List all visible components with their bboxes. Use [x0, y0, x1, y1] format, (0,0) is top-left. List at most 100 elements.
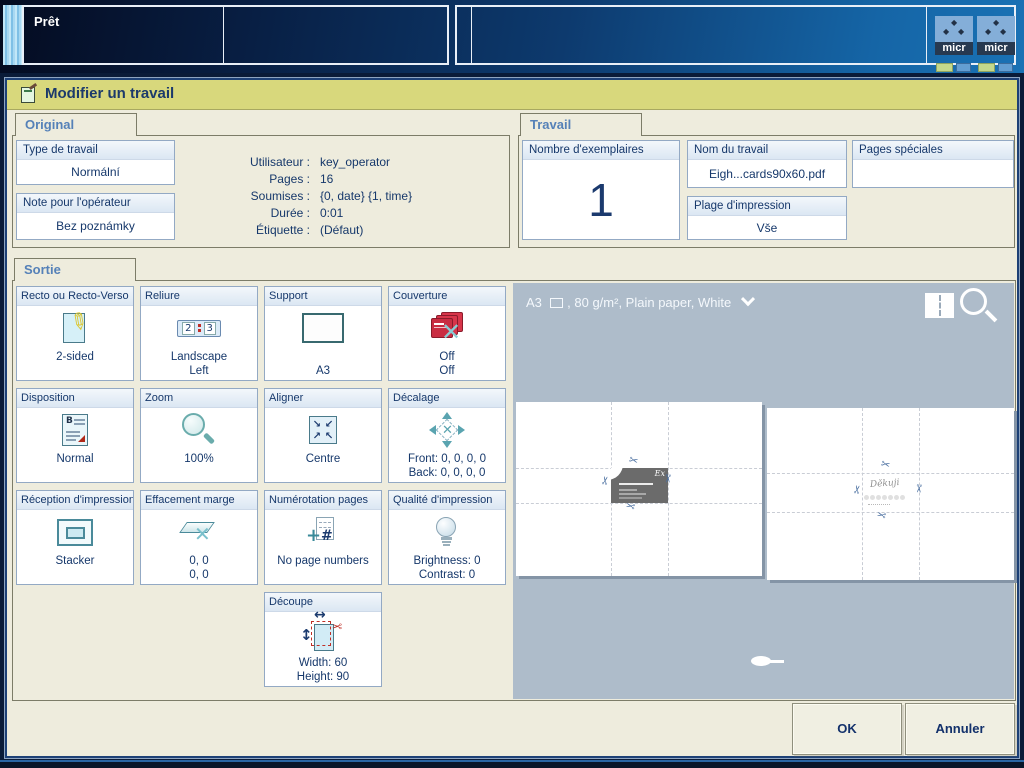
- toner-level-green: [978, 63, 995, 72]
- print-range-button[interactable]: Plage d'impression Vše: [687, 196, 847, 240]
- tile-layout[interactable]: Disposition B Normal: [16, 388, 134, 483]
- tile-shift[interactable]: Décalage ✕ Front: 0, 0, 0, 0 Back: 0, 0, …: [388, 388, 506, 483]
- margin-erase-icon: ✕: [179, 518, 219, 546]
- connector-icon: [751, 656, 771, 666]
- print-range-value: Vše: [756, 220, 778, 235]
- dialog-title: Modifier un travail: [45, 85, 175, 102]
- scissors-icon: ✂: [660, 473, 675, 484]
- tile-value: 0, 0 0, 0: [189, 555, 209, 581]
- booklet-view-icon[interactable]: [925, 293, 954, 318]
- status-box-left: Prêt: [22, 5, 449, 65]
- scissors-icon: ✂: [875, 507, 888, 522]
- cancel-button[interactable]: Annuler: [905, 703, 1015, 755]
- tile-value: Off Off: [439, 351, 455, 377]
- operator-note-label: Note pour l'opérateur: [17, 194, 174, 213]
- card-front-artwork: Ex: [611, 468, 668, 503]
- tab-travail: Travail: [520, 113, 642, 136]
- tile-trim[interactable]: Découpe ↔ ↕ ✂ Width: 60 Height: 90: [264, 592, 382, 687]
- ok-button[interactable]: OK: [792, 703, 902, 755]
- preview-page-back: Děkuji ✂ ✂ ✂ ✂: [767, 408, 1014, 580]
- info-value: {0, date} {1, time}: [320, 189, 413, 203]
- preview-zoom-icon[interactable]: [960, 288, 1004, 326]
- special-pages-button[interactable]: Pages spéciales: [852, 140, 1014, 188]
- chevron-down-icon: [740, 292, 755, 307]
- tile-value: Normal: [56, 453, 94, 465]
- connector-icon-line: [770, 660, 784, 663]
- operator-note-value: Bez poznámky: [56, 219, 135, 233]
- tile-value: Stacker: [55, 555, 95, 567]
- tile-label: Disposition: [17, 389, 133, 408]
- info-value: (Défaut): [320, 223, 364, 237]
- tile-label: Zoom: [141, 389, 257, 408]
- shift-icon: ✕: [429, 412, 465, 448]
- tile-align[interactable]: Aligner ↘ ↙ ↗ ↖ Centre: [264, 388, 382, 483]
- info-row: Durée : 0:01: [192, 205, 507, 222]
- job-name-button[interactable]: Nom du travail Eigh...cards90x60.pdf: [687, 140, 847, 188]
- operator-note-button[interactable]: Note pour l'opérateur Bez poznámky: [16, 193, 175, 240]
- info-label: Pages :: [269, 172, 310, 186]
- info-row: Pages : 16: [192, 171, 507, 188]
- status-bar-stripes-decoration: [3, 5, 22, 65]
- info-value: 16: [320, 172, 334, 186]
- magnifier-icon: [182, 413, 216, 447]
- copies-label: Nombre d'exemplaires: [523, 141, 679, 160]
- tile-label: Qualité d'impression: [389, 491, 505, 510]
- dialog-titlebar: Modifier un travail: [7, 80, 1017, 110]
- paper-description: , 80 g/m², Plain paper, White: [567, 295, 732, 310]
- card-back-artwork: Děkuji: [862, 473, 919, 512]
- edit-job-icon: [21, 87, 35, 103]
- scissors-icon: ✂: [911, 483, 926, 494]
- paper-selector[interactable]: A3 , 80 g/m², Plain paper, White: [526, 292, 755, 310]
- covers-icon: ✕: [429, 312, 465, 344]
- micr-icon: ◆ ◆ ◆: [935, 16, 973, 42]
- toner-level-green: [936, 63, 953, 72]
- edit-job-dialog: Modifier un travail Original Type de tra…: [5, 78, 1019, 758]
- info-label: Durée :: [270, 206, 310, 220]
- print-preview-panel: A3 , 80 g/m², Plain paper, White Ex ✂ ✂ …: [513, 283, 1014, 699]
- info-value: 0:01: [320, 206, 344, 220]
- tile-value: A3: [315, 365, 331, 377]
- tile-print-quality[interactable]: Qualité d'impression Brightness: 0 Contra…: [388, 490, 506, 585]
- tile-value: No page numbers: [277, 555, 369, 567]
- output-settings-grid: Recto ou Recto-Verso ✎ 2-sided Reliure 2…: [16, 286, 506, 687]
- job-type-button[interactable]: Type de travail Normální: [16, 140, 175, 185]
- job-type-value: Normální: [71, 165, 120, 179]
- tile-covers[interactable]: Couverture ✕ Off Off: [388, 286, 506, 381]
- tile-label: Aligner: [265, 389, 381, 408]
- status-box-divider: [471, 7, 472, 63]
- tile-zoom[interactable]: Zoom 100%: [140, 388, 258, 483]
- preview-page-front: Ex ✂ ✂ ✂ ✂: [516, 402, 762, 576]
- tile-duplex[interactable]: Recto ou Recto-Verso ✎ 2-sided: [16, 286, 134, 381]
- copies-button[interactable]: Nombre d'exemplaires 1: [522, 140, 680, 240]
- binding-icon: 2 3: [177, 319, 221, 337]
- micr-toner-indicator: ◆ ◆ ◆ micr: [935, 16, 973, 74]
- tile-value: 100%: [184, 453, 214, 465]
- copies-value: 1: [588, 173, 614, 226]
- stacker-icon: [57, 518, 93, 546]
- tile-value: Front: 0, 0, 0, 0 Back: 0, 0, 0, 0: [408, 453, 486, 479]
- tile-label: Numérotation pages: [265, 491, 381, 510]
- tile-output-tray[interactable]: Réception d'impression Stacker: [16, 490, 134, 585]
- tile-label: Effacement marge: [141, 491, 257, 510]
- scissors-icon: ✂: [850, 483, 865, 496]
- scissors-icon: ✂: [879, 457, 892, 472]
- tile-value: Landscape Left: [170, 351, 228, 377]
- tile-media[interactable]: Support A3: [264, 286, 382, 381]
- info-row: Étiquette : (Défaut): [192, 222, 507, 239]
- tile-page-numbers[interactable]: Numérotation pages + # No page numbers: [264, 490, 382, 585]
- tile-label: Réception d'impression: [17, 491, 133, 510]
- tile-margin-erase[interactable]: Effacement marge ✕ 0, 0 0, 0: [140, 490, 258, 585]
- micr-toner-indicator: ◆ ◆ ◆ micr: [977, 16, 1015, 74]
- tile-value: Brightness: 0 Contrast: 0: [413, 555, 481, 581]
- tile-binding[interactable]: Reliure 2 3 Landscape Left: [140, 286, 258, 381]
- status-box-divider: [926, 7, 927, 63]
- toner-level-blue: [998, 63, 1013, 72]
- tile-label: Couverture: [389, 287, 505, 306]
- trim-icon: ↔ ↕ ✂: [300, 607, 344, 654]
- job-name-value: Eigh...cards90x60.pdf: [708, 166, 826, 181]
- status-box-right: ◆ ◆ ◆ micr ◆ ◆ ◆ micr: [455, 5, 1016, 72]
- job-info-panel: Utilisateur : key_operator Pages : 16 So…: [192, 154, 507, 239]
- info-value: key_operator: [320, 155, 391, 169]
- bulb-icon: [436, 517, 458, 547]
- info-row: Utilisateur : key_operator: [192, 154, 507, 171]
